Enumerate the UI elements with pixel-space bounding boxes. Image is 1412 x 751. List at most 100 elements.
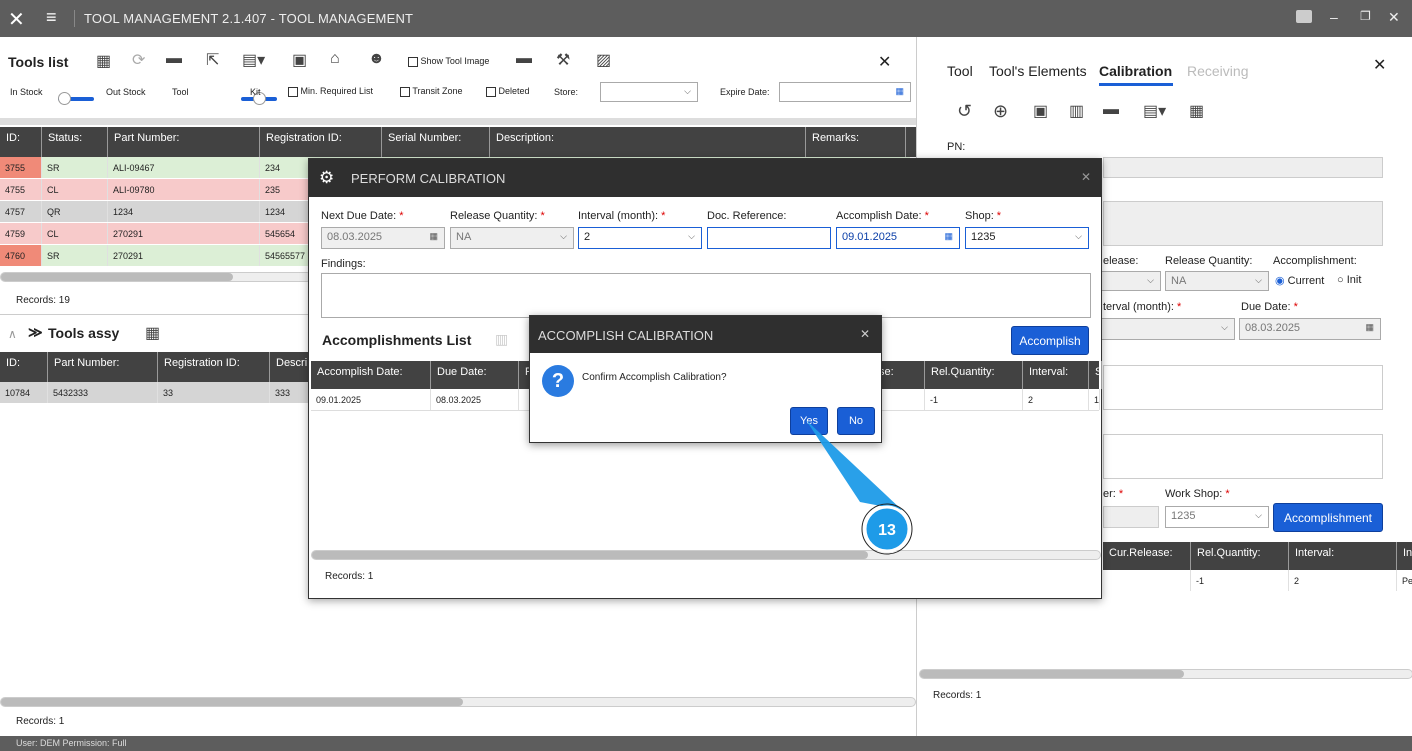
clipboard-icon[interactable]: ▨ (596, 50, 611, 70)
tab-tool[interactable]: Tool (947, 63, 973, 79)
col-registration-id[interactable]: Registration ID: (260, 127, 382, 157)
right-grid-header: Cur.Release: Rel.Quantity: Interval: In (1103, 542, 1412, 570)
acol-due[interactable]: Due Date: (431, 361, 519, 389)
perf-interval-select[interactable]: 2 ⌵ (578, 227, 702, 249)
assy-col-reg[interactable]: Registration ID: (158, 352, 270, 382)
assy-col-pn[interactable]: Part Number: (48, 352, 158, 382)
er-field[interactable] (1103, 506, 1159, 528)
col-status[interactable]: Status: (42, 127, 108, 157)
remark-field-2[interactable] (1103, 434, 1383, 479)
rcol-cur-release[interactable]: Cur.Release: (1103, 542, 1191, 570)
export-icon[interactable]: ⇱ (206, 50, 219, 70)
tab-calibration[interactable]: Calibration (1099, 63, 1172, 79)
folder-right-icon[interactable]: ▬ (1103, 101, 1119, 119)
release-qty-select[interactable]: NA ⌵ (1165, 271, 1269, 291)
col-id[interactable]: ID: (0, 127, 42, 157)
acol-date[interactable]: Accomplish Date: (311, 361, 431, 389)
col-part-number[interactable]: Part Number: (108, 127, 260, 157)
toolbox-icon[interactable]: ▬ (166, 50, 182, 68)
workshop-select[interactable]: 1235 ⌵ (1165, 506, 1269, 528)
minimize-icon[interactable]: – (1330, 9, 1338, 25)
transit-zone-checkbox[interactable]: Transit Zone (400, 86, 463, 97)
calculator-icon[interactable]: ▦ (96, 51, 111, 71)
perf-interval-label: Interval (month): * (578, 210, 666, 222)
tools-icon[interactable]: ✕ (8, 7, 25, 32)
rcol-rel-qty[interactable]: Rel.Quantity: (1191, 542, 1289, 570)
col-remarks[interactable]: Remarks: (806, 127, 906, 157)
pn-field[interactable] (1103, 157, 1383, 178)
workshop-label: Work Shop: * (1165, 488, 1230, 500)
init-radio[interactable]: ○ Init (1337, 274, 1361, 286)
assy-calculator-icon[interactable]: ▦ (145, 323, 160, 343)
close-right-icon[interactable]: ✕ (1373, 55, 1386, 75)
save-icon[interactable]: ▣ (1033, 101, 1048, 121)
confirm-close-icon[interactable]: ✕ (860, 327, 870, 341)
right-hscroll[interactable] (919, 669, 1412, 679)
restore-icon[interactable]: ❐ (1360, 9, 1371, 23)
right-grid-row[interactable]: -1 2 Pe (1103, 570, 1412, 592)
show-image-checkbox[interactable]: Show Tool Image (408, 56, 489, 67)
accomplish-button[interactable]: Accomplish (1011, 326, 1089, 355)
expand-down-icon[interactable]: ≫ (28, 324, 43, 341)
document-icon[interactable]: ▣ (292, 50, 307, 70)
acol-sl[interactable]: Sl (1089, 361, 1102, 389)
assy-col-desc[interactable]: Descri (270, 352, 312, 382)
min-required-checkbox[interactable]: Min. Required List (288, 86, 373, 97)
description-field[interactable] (1103, 201, 1383, 246)
print-right-icon[interactable]: ▤▾ (1143, 101, 1166, 121)
findings-input[interactable] (321, 273, 1091, 318)
accomplishments-hscroll[interactable] (311, 550, 1101, 560)
accomplishments-records: Records: 1 (325, 571, 374, 582)
print-icon[interactable]: ▤▾ (242, 50, 265, 70)
menu-icon[interactable]: ≡ (46, 7, 57, 28)
release-qty-label: Release Quantity: (1165, 255, 1253, 267)
accomplish-date-input[interactable]: 09.01.2025 ▦ (836, 227, 960, 249)
due-date-input[interactable]: 08.03.2025 ▦ (1239, 318, 1381, 340)
doc-ref-input[interactable] (707, 227, 831, 249)
close-panel-icon[interactable]: ✕ (878, 52, 891, 72)
store-select[interactable]: ⌵ (600, 82, 698, 102)
expire-date-input[interactable]: ▦ (779, 82, 911, 102)
release-label: elease: (1103, 255, 1139, 267)
tools-link-icon[interactable]: ⚒ (556, 50, 570, 70)
notification-icon[interactable] (1296, 10, 1312, 23)
confirm-message: Confirm Accomplish Calibration? (582, 372, 727, 383)
next-due-input[interactable]: 08.03.2025 ▦ (321, 227, 445, 249)
tool-kit-toggle[interactable] (241, 91, 278, 105)
perf-release-qty-select[interactable]: NA ⌵ (450, 227, 574, 249)
perform-close-icon[interactable]: ✕ (1081, 170, 1091, 184)
assy-row[interactable]: 10784 5432333 33 333 (0, 382, 312, 404)
rcol-interval[interactable]: Interval: (1289, 542, 1397, 570)
collapse-up-icon[interactable]: ∧ (8, 327, 17, 341)
refresh-icon[interactable]: ⟳ (132, 50, 145, 70)
tools-grid-hscroll[interactable] (0, 272, 312, 282)
stock-toggle[interactable] (58, 91, 94, 105)
acol-interval[interactable]: Interval: (1023, 361, 1089, 389)
current-radio[interactable]: ◉ Current (1275, 274, 1324, 287)
user-settings-icon[interactable]: ☻ (368, 50, 385, 68)
home-icon[interactable]: ⌂ (330, 50, 340, 68)
close-window-icon[interactable]: ✕ (1388, 9, 1400, 26)
col-description[interactable]: Description: (490, 127, 806, 157)
col-serial-number[interactable]: Serial Number: (382, 127, 490, 157)
accomplishment-button[interactable]: Accomplishment (1273, 503, 1383, 532)
remark-field-1[interactable] (1103, 365, 1383, 410)
folder-icon[interactable]: ▬ (516, 50, 532, 68)
deleted-checkbox[interactable]: Deleted (486, 86, 530, 97)
tab-receiving[interactable]: Receiving (1187, 63, 1248, 79)
delete-icon[interactable]: ▥ (1069, 101, 1084, 121)
shop-select[interactable]: 1235 ⌵ (965, 227, 1089, 249)
calculator-right-icon[interactable]: ▦ (1189, 101, 1204, 121)
tab-tools-elements[interactable]: Tool's Elements (989, 63, 1087, 79)
app-title: TOOL MANAGEMENT 2.1.407 - TOOL MANAGEMEN… (84, 11, 414, 26)
trash-icon[interactable]: ▥ (495, 331, 508, 348)
splitter[interactable] (0, 118, 916, 125)
assy-hscroll[interactable] (0, 697, 916, 707)
add-icon[interactable]: ⊕ (993, 101, 1008, 122)
undo-icon[interactable]: ↺ (957, 101, 972, 122)
assy-col-id[interactable]: ID: (0, 352, 48, 382)
acol-rel-qty[interactable]: Rel.Quantity: (925, 361, 1023, 389)
tools-assy-title: Tools assy (48, 325, 120, 341)
rcol-in[interactable]: In (1397, 542, 1412, 570)
callout-pointer (806, 420, 902, 510)
